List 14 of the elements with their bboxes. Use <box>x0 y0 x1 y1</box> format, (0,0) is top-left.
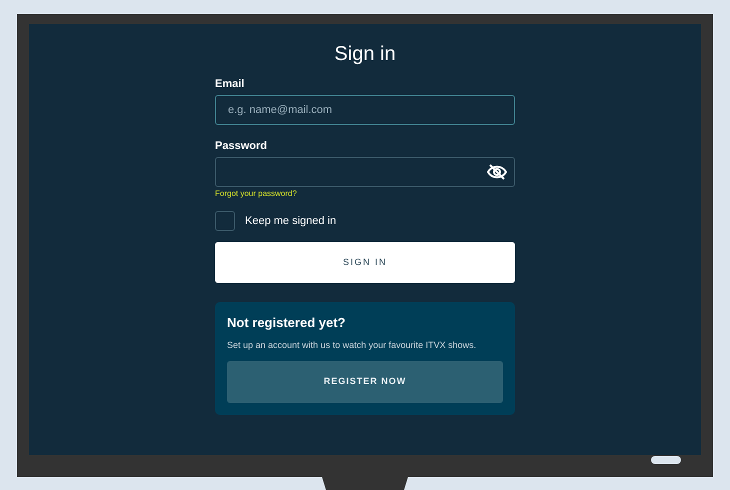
register-button[interactable]: REGISTER NOW <box>227 361 503 403</box>
checkbox-label: Keep me signed in <box>245 214 336 229</box>
card-text: Set up an account with us to watch your favourite ITVX shows. <box>227 339 478 352</box>
eye-slash-icon[interactable] <box>487 164 507 180</box>
power-indicator <box>651 456 681 464</box>
sign-in-button[interactable]: SIGN IN <box>215 242 515 283</box>
field-label: Email <box>215 77 246 91</box>
email-field[interactable]: e.g. name@mail.com <box>215 95 515 125</box>
field-label: Password <box>215 139 268 153</box>
page-title: Sign in <box>334 42 396 67</box>
checkbox[interactable] <box>215 211 235 231</box>
card-heading: Not registered yet? <box>227 315 346 331</box>
forgot-password-link[interactable]: Forgot your password? <box>215 189 297 199</box>
password-field[interactable] <box>215 157 515 187</box>
